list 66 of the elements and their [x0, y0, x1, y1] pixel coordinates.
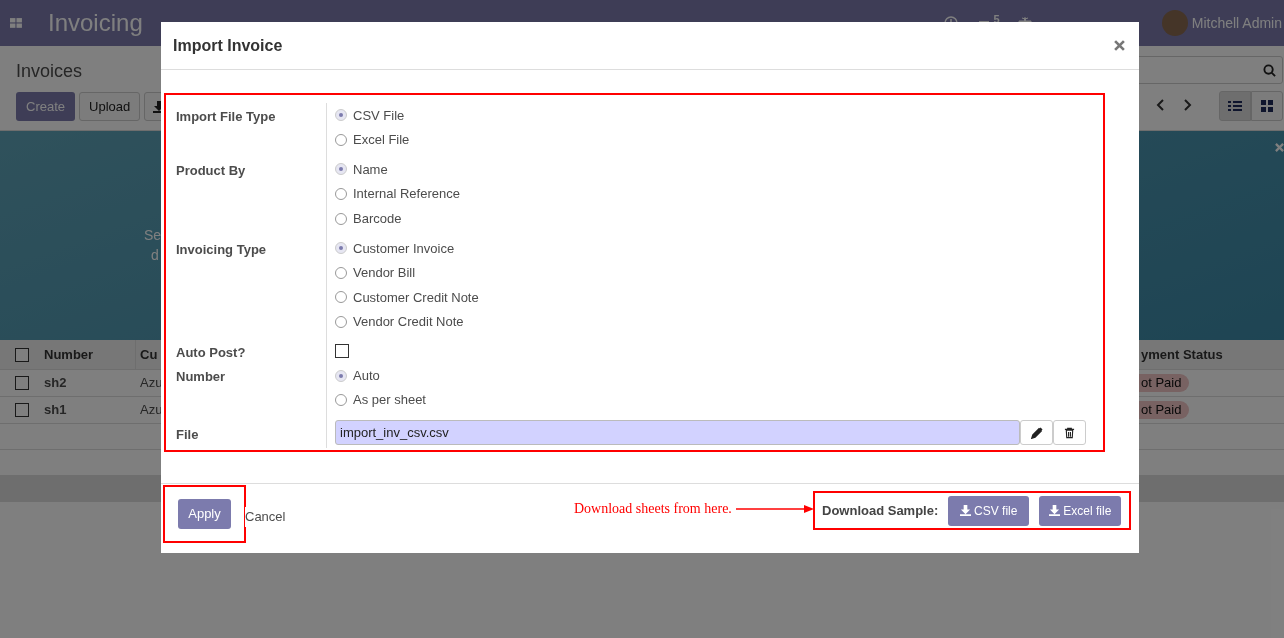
radio-button[interactable]: [335, 291, 347, 304]
option-label[interactable]: Vendor Credit Note: [353, 312, 464, 332]
upload-button[interactable]: Upload: [79, 92, 141, 121]
option-label[interactable]: Internal Reference: [353, 184, 460, 204]
download-label: Download Sample:: [822, 501, 939, 520]
search-icon: [1263, 63, 1276, 77]
download-icon: [960, 505, 972, 516]
dialog-title: Import Invoice: [173, 35, 283, 56]
banner-text: d: [151, 246, 159, 265]
banner-text: Se: [144, 226, 162, 245]
grid-icon: [1261, 100, 1273, 112]
field-label: Invoicing Type: [176, 241, 267, 257]
field-label: Import File Type: [176, 109, 276, 124]
checkbox[interactable]: [15, 403, 29, 417]
apply-button[interactable]: Apply: [178, 499, 231, 529]
cancel-link[interactable]: Cancel: [245, 507, 286, 527]
field-label: Auto Post?: [176, 345, 246, 361]
radio-button[interactable]: [335, 242, 347, 255]
delete-button[interactable]: [1053, 420, 1086, 446]
option-label[interactable]: Name: [353, 159, 388, 180]
radio-button[interactable]: [335, 188, 347, 201]
download-icon: [1049, 505, 1061, 516]
radio-button[interactable]: [335, 369, 347, 382]
table-cell-text: sh2: [44, 374, 68, 393]
radio-button[interactable]: [335, 133, 347, 146]
checkbox[interactable]: [335, 344, 349, 359]
column-header[interactable]: yment Status: [1141, 344, 1223, 365]
checkbox[interactable]: [15, 376, 29, 390]
radio-button[interactable]: [335, 109, 347, 122]
option-label[interactable]: Auto: [353, 365, 380, 386]
field-label: File: [176, 426, 199, 442]
breadcrumb[interactable]: Invoices: [16, 58, 83, 85]
column-header[interactable]: Number: [44, 340, 136, 369]
radio-button[interactable]: [335, 212, 347, 225]
list-icon: [1228, 100, 1242, 112]
field-label: Number: [176, 369, 226, 385]
download-sample-button[interactable]: CSV file: [948, 495, 1030, 526]
field-label: Product By: [176, 163, 246, 179]
option-label[interactable]: CSV File: [353, 105, 405, 126]
option-label[interactable]: As per sheet: [353, 390, 426, 410]
option-label[interactable]: Excel File: [353, 130, 410, 150]
radio-button[interactable]: [335, 394, 347, 407]
option-label[interactable]: Vendor Bill: [353, 263, 416, 283]
download-sample-button[interactable]: Excel file: [1039, 495, 1122, 526]
list-view-button[interactable]: [1219, 91, 1251, 121]
kanban-view-button[interactable]: [1251, 91, 1283, 121]
radio-button[interactable]: [335, 266, 347, 279]
trash-icon: [1064, 426, 1075, 439]
column-header[interactable]: Cu: [140, 344, 158, 365]
pencil-icon: [1030, 426, 1043, 439]
previous-icon[interactable]: [1156, 99, 1164, 111]
status-badge: ot Paid: [1139, 401, 1190, 419]
option-label[interactable]: Customer Credit Note: [353, 287, 479, 308]
file-name-field[interactable]: import_inv_csv.csv: [335, 420, 1020, 446]
annotation-text: Download sheets from here.: [574, 500, 732, 518]
checkbox[interactable]: [15, 347, 29, 362]
option-label[interactable]: Barcode: [353, 208, 402, 229]
edit-button[interactable]: [1020, 420, 1053, 446]
option-label[interactable]: Customer Invoice: [353, 238, 455, 258]
radio-button[interactable]: [335, 163, 347, 176]
radio-button[interactable]: [335, 316, 347, 329]
status-badge: ot Paid: [1139, 374, 1190, 392]
next-icon[interactable]: [1184, 99, 1192, 111]
close-icon[interactable]: [1114, 40, 1125, 51]
apps-icon[interactable]: [10, 17, 23, 29]
table-cell-text: sh1: [44, 401, 68, 420]
